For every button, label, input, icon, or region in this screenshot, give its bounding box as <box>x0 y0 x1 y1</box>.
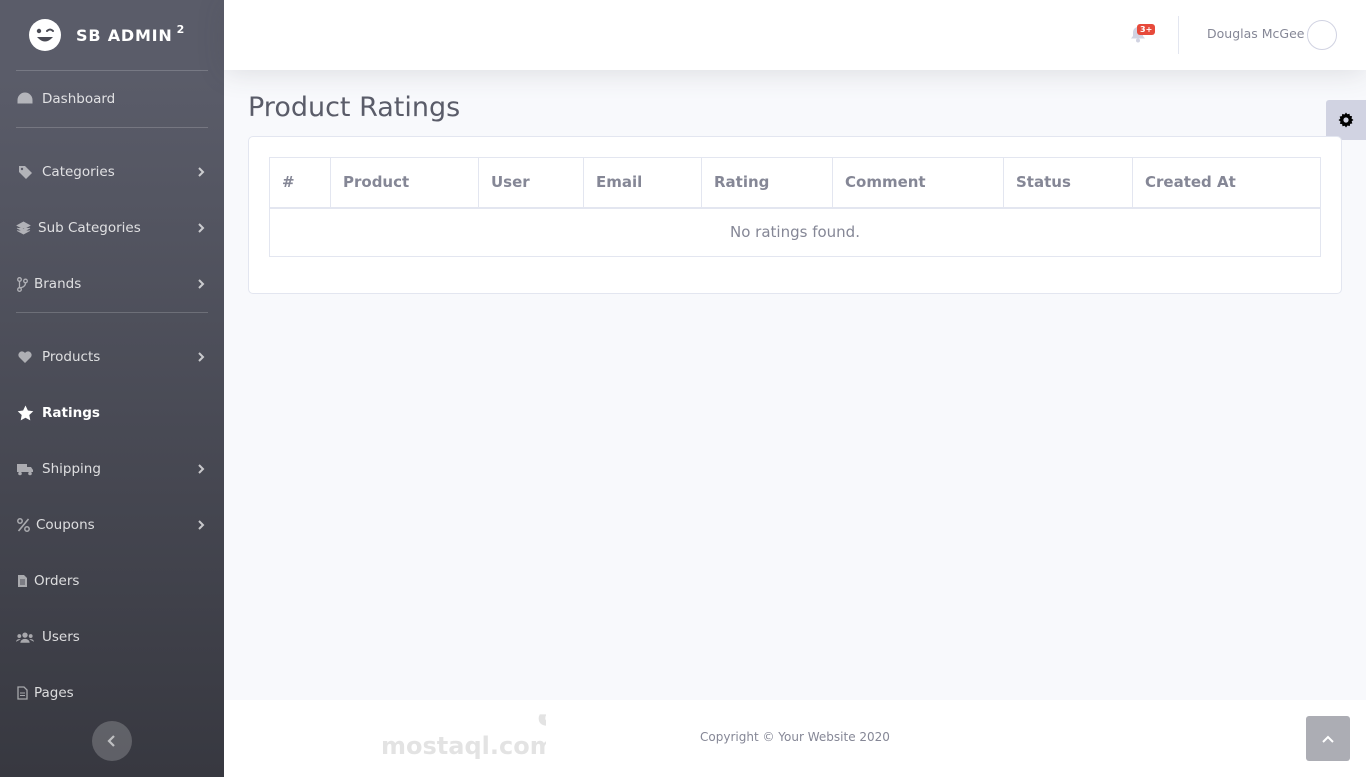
sidebar: SB ADMIN 2 Dashboard Categories Sub Cate… <box>0 0 224 777</box>
sidebar-item-label: Brands <box>34 276 82 292</box>
settings-button[interactable] <box>1326 100 1366 140</box>
sidebar-item-label: Coupons <box>36 517 95 533</box>
chevron-right-icon <box>198 167 205 177</box>
chevron-right-icon <box>198 223 205 233</box>
code-branch-icon <box>16 275 28 293</box>
empty-message: No ratings found. <box>269 207 1321 257</box>
sidebar-item-coupons[interactable]: Coupons <box>0 497 224 553</box>
topbar-divider <box>1178 16 1179 54</box>
sidebar-item-label: Ratings <box>42 405 100 421</box>
column-header-id[interactable]: # <box>269 157 331 209</box>
chevron-right-icon <box>198 464 205 474</box>
percent-icon <box>16 516 30 534</box>
column-header-rating[interactable]: Rating <box>701 157 833 209</box>
page-title: Product Ratings <box>248 92 461 123</box>
tachometer-icon <box>16 90 34 108</box>
column-header-email[interactable]: Email <box>583 157 702 209</box>
sidebar-item-label: Pages <box>34 685 74 701</box>
sidebar-item-sub-categories[interactable]: Sub Categories <box>0 200 224 256</box>
sidebar-item-label: Sub Categories <box>38 220 141 236</box>
sidebar-item-ratings[interactable]: Ratings <box>0 385 224 441</box>
sidebar-item-categories[interactable]: Categories <box>0 144 224 200</box>
sidebar-toggle-button[interactable] <box>92 721 132 761</box>
sidebar-item-label: Shipping <box>42 461 101 477</box>
brand-sup: 2 <box>176 22 186 36</box>
table-header-row: # Product User Email Rating Comment Stat… <box>269 157 1321 209</box>
sidebar-item-label: Users <box>42 629 80 645</box>
user-name[interactable]: Douglas McGee <box>1207 26 1304 41</box>
column-header-created-at[interactable]: Created At <box>1132 157 1321 209</box>
sidebar-item-label: Orders <box>34 573 80 589</box>
chevron-right-icon <box>198 352 205 362</box>
tag-icon <box>16 163 34 181</box>
sidebar-item-brands[interactable]: Brands <box>0 256 224 312</box>
sidebar-item-dashboard[interactable]: Dashboard <box>0 71 224 127</box>
sidebar-item-shipping[interactable]: Shipping <box>0 441 224 497</box>
ratings-card: # Product User Email Rating Comment Stat… <box>248 136 1342 294</box>
sidebar-item-pages[interactable]: Pages <box>0 665 224 721</box>
chevron-right-icon <box>198 520 205 530</box>
column-header-user[interactable]: User <box>478 157 584 209</box>
sidebar-item-orders[interactable]: Orders <box>0 553 224 609</box>
topbar: 3+ Douglas McGee <box>224 0 1366 70</box>
notification-badge: 3+ <box>1137 24 1156 35</box>
sidebar-item-products[interactable]: Products <box>0 329 224 385</box>
scroll-to-top-button[interactable] <box>1306 716 1350 761</box>
brand-name: SB ADMIN <box>76 25 173 45</box>
laugh-wink-icon <box>29 19 61 51</box>
users-icon <box>16 628 34 646</box>
column-header-product[interactable]: Product <box>330 157 479 209</box>
watermark-arabic: مستقل <box>536 685 546 729</box>
column-header-comment[interactable]: Comment <box>832 157 1004 209</box>
chevron-right-icon <box>198 279 205 289</box>
file-invoice-icon <box>16 572 28 590</box>
gear-icon <box>1338 112 1354 128</box>
table-row: No ratings found. <box>269 207 1321 257</box>
watermark-latin: mostaql.com <box>381 732 546 760</box>
sidebar-brand[interactable]: SB ADMIN 2 <box>0 0 224 70</box>
layer-icon <box>14 219 32 237</box>
sidebar-item-label: Products <box>42 349 101 365</box>
sidebar-item-users[interactable]: Users <box>0 609 224 665</box>
watermark-logo: مستقل mostaql.com <box>381 685 546 760</box>
heart-icon <box>16 348 34 366</box>
avatar[interactable] <box>1307 20 1337 50</box>
chevron-up-icon <box>1322 735 1334 743</box>
star-icon <box>16 404 34 422</box>
truck-icon <box>16 460 34 478</box>
ratings-table: # Product User Email Rating Comment Stat… <box>269 157 1321 257</box>
sidebar-item-label: Categories <box>42 164 115 180</box>
sidebar-item-label: Dashboard <box>42 91 116 107</box>
file-icon <box>16 684 28 702</box>
column-header-status[interactable]: Status <box>1003 157 1133 209</box>
chevron-left-icon <box>107 735 115 747</box>
